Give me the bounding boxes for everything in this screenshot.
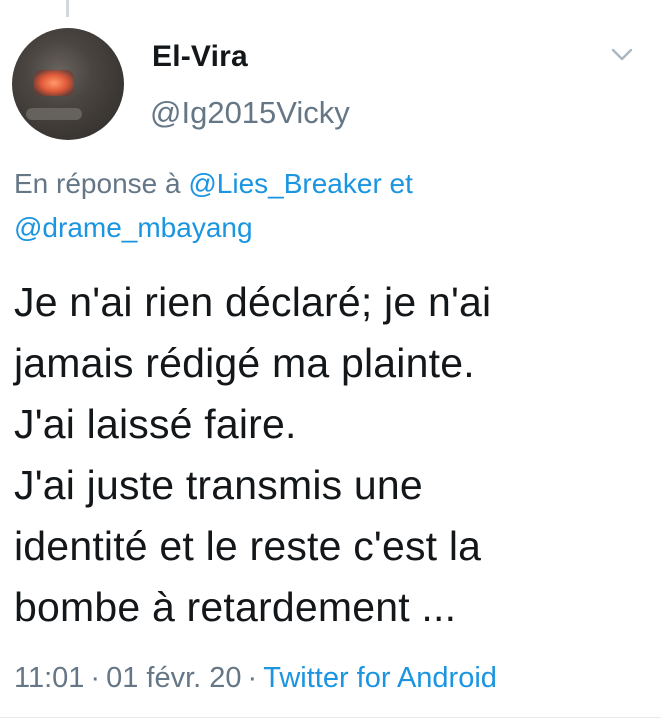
chevron-down-icon[interactable] <box>611 47 633 63</box>
tweet-text-line: identité et le reste c'est la <box>14 523 482 569</box>
divider <box>0 717 661 718</box>
reply-joiner[interactable]: et <box>390 168 413 199</box>
tweet-text-line: bombe à retardement ... <box>14 584 457 630</box>
tweet-time[interactable]: 11:01 <box>14 662 84 694</box>
thread-connector-line <box>66 0 69 17</box>
reply-context-continued: @drame_mbayang <box>14 212 253 244</box>
meta-separator: · <box>90 662 101 694</box>
tweet-date[interactable]: 01 févr. 20 <box>106 662 241 694</box>
reply-context: En réponse à @Lies_Breaker et <box>14 168 413 200</box>
tweet-source-link[interactable]: Twitter for Android <box>263 662 497 694</box>
author-handle[interactable]: @Ig2015Vicky <box>150 95 350 131</box>
tweet-text: Je n'ai rien déclaré; je n'ai jamais réd… <box>14 272 644 638</box>
tweet-text-line: Je n'ai rien déclaré; je n'ai <box>14 279 492 325</box>
reply-prefix: En réponse à <box>14 168 181 199</box>
tweet-text-line: jamais rédigé ma plainte. <box>14 340 475 386</box>
avatar-photo-detail <box>26 108 82 120</box>
avatar[interactable] <box>12 28 124 140</box>
reply-mention-link[interactable]: @drame_mbayang <box>14 212 253 243</box>
tweet-text-line: J'ai laissé faire. <box>14 401 297 447</box>
meta-separator: · <box>247 662 258 694</box>
avatar-photo-detail <box>34 70 74 96</box>
author-display-name[interactable]: El-Vira <box>152 40 248 74</box>
tweet-text-line: J'ai juste transmis une <box>14 462 423 508</box>
reply-mention-link[interactable]: @Lies_Breaker <box>188 168 381 199</box>
tweet-card: El-Vira @Ig2015Vicky En réponse à @Lies_… <box>0 0 661 722</box>
tweet-metadata: 11:01 · 01 févr. 20 · Twitter for Android <box>14 662 497 695</box>
